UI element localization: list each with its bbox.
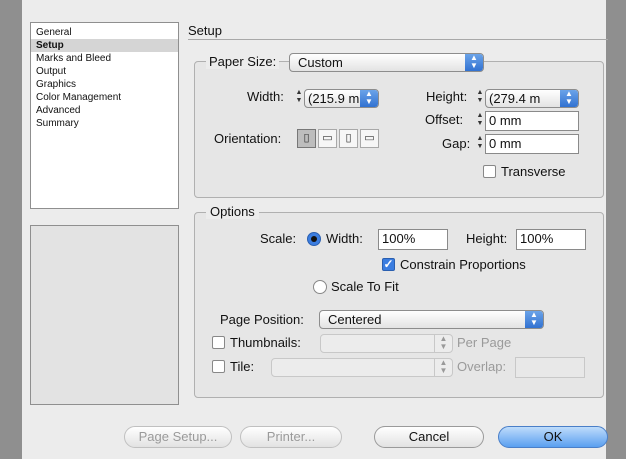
page-position-value: Centered: [328, 312, 382, 327]
transverse-checkbox[interactable]: [483, 165, 496, 178]
background-left: [0, 0, 22, 459]
scale-width-field[interactable]: 100%: [378, 229, 448, 250]
height-label: Height:: [426, 89, 468, 104]
page-setup-button[interactable]: Page Setup...: [124, 426, 232, 448]
printer-button[interactable]: Printer...: [240, 426, 342, 448]
scale-width-label: Width:: [326, 231, 363, 246]
width-stepper-icon[interactable]: ▲ ▼: [294, 89, 304, 107]
scale-width-radio[interactable]: [307, 232, 321, 246]
title-divider: [188, 39, 608, 40]
cancel-button[interactable]: Cancel: [374, 426, 484, 448]
page-preview: [30, 225, 179, 405]
print-dialog: General Setup Marks and Bleed Output Gra…: [0, 0, 626, 459]
gap-field[interactable]: 0 mm: [485, 134, 579, 154]
page-title: Setup: [188, 23, 222, 38]
orientation-landscape-icon[interactable]: ▭: [318, 129, 337, 148]
popup-arrows-icon: ▲ ▼: [525, 311, 543, 328]
combo-arrows-icon: ▲ ▼: [360, 90, 378, 107]
width-label: Width:: [247, 89, 284, 104]
orientation-reverse-portrait-icon[interactable]: ▯: [339, 129, 358, 148]
category-advanced[interactable]: Advanced: [31, 104, 178, 117]
tile-label: Tile:: [230, 359, 255, 374]
height-stepper-icon[interactable]: ▲ ▼: [475, 89, 485, 107]
width-value: (215.9 m: [308, 91, 360, 106]
tile-popup[interactable]: ▲ ▼: [271, 358, 453, 377]
thumbnails-checkbox[interactable]: [212, 336, 225, 349]
category-general[interactable]: General: [31, 26, 178, 39]
popup-arrows-icon: ▲ ▼: [434, 335, 452, 352]
per-page-label: Per Page: [457, 335, 512, 350]
scale-label: Scale:: [260, 231, 297, 246]
offset-label: Offset:: [425, 112, 464, 127]
popup-arrows-icon: ▲ ▼: [465, 54, 483, 71]
category-setup[interactable]: Setup: [31, 39, 178, 52]
height-value: (279.4 m: [489, 91, 541, 106]
background-right: [606, 0, 626, 459]
offset-field[interactable]: 0 mm: [485, 111, 579, 131]
category-graphics[interactable]: Graphics: [31, 78, 178, 91]
paper-size-label: Paper Size:: [206, 54, 280, 69]
thumbnails-popup[interactable]: ▲ ▼: [320, 334, 453, 353]
transverse-label: Transverse: [501, 164, 566, 179]
orientation-reverse-landscape-icon[interactable]: ▭: [360, 129, 379, 148]
combo-arrows-icon: ▲ ▼: [560, 90, 578, 107]
page-position-popup[interactable]: Centered ▲ ▼: [319, 310, 544, 329]
category-color-management[interactable]: Color Management: [31, 91, 178, 104]
overlap-label: Overlap:: [457, 359, 507, 374]
gap-stepper-icon[interactable]: ▲ ▼: [475, 135, 485, 153]
paper-size-popup[interactable]: Custom ▲ ▼: [289, 53, 484, 72]
scale-height-field[interactable]: 100%: [516, 229, 586, 250]
constrain-proportions-checkbox[interactable]: ✓: [382, 258, 395, 271]
scale-to-fit-radio[interactable]: [313, 280, 327, 294]
category-output[interactable]: Output: [31, 65, 178, 78]
tile-checkbox[interactable]: [212, 360, 225, 373]
constrain-proportions-label: Constrain Proportions: [400, 257, 526, 272]
width-combo[interactable]: (215.9 m ▲ ▼: [304, 89, 379, 108]
offset-stepper-icon[interactable]: ▲ ▼: [475, 112, 485, 130]
orientation-label: Orientation:: [214, 131, 282, 146]
popup-arrows-icon: ▲ ▼: [434, 359, 452, 376]
page-position-label: Page Position:: [220, 312, 304, 327]
scale-to-fit-label: Scale To Fit: [331, 279, 399, 294]
dialog-pane: General Setup Marks and Bleed Output Gra…: [22, 12, 608, 459]
thumbnails-label: Thumbnails:: [230, 335, 301, 350]
category-marks-and-bleed[interactable]: Marks and Bleed: [31, 52, 178, 65]
category-list: General Setup Marks and Bleed Output Gra…: [30, 22, 179, 209]
orientation-portrait-icon[interactable]: ▯: [297, 129, 316, 148]
options-legend: Options: [206, 204, 259, 219]
category-summary[interactable]: Summary: [31, 117, 178, 130]
ok-button[interactable]: OK: [498, 426, 608, 448]
gap-label: Gap:: [442, 136, 471, 151]
scale-height-label: Height:: [466, 231, 508, 246]
overlap-field[interactable]: [515, 357, 585, 378]
height-combo[interactable]: (279.4 m ▲ ▼: [485, 89, 579, 108]
paper-size-value: Custom: [298, 55, 343, 70]
